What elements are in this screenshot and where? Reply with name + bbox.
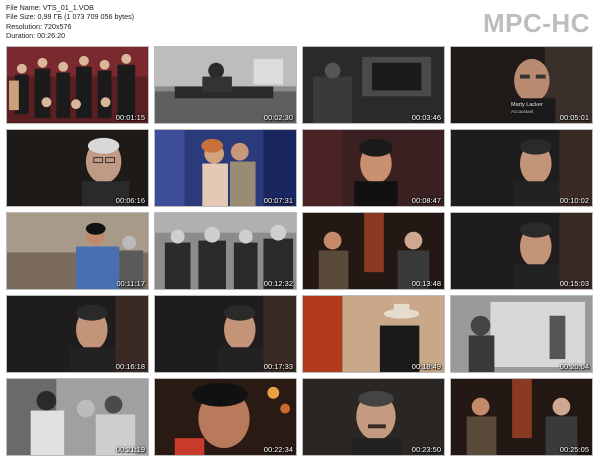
thumbnail[interactable]: 00:07:31: [154, 129, 297, 207]
resolution: Resolution: 720x576: [6, 21, 72, 31]
timestamp: 00:22:34: [263, 445, 293, 454]
thumbnail[interactable]: 00:12:32: [154, 212, 297, 290]
thumbnail[interactable]: 00:16:18: [6, 295, 149, 373]
timestamp: 00:06:16: [115, 196, 145, 205]
timestamp: 00:05:01: [559, 113, 589, 122]
thumbnail[interactable]: 00:17:33: [154, 295, 297, 373]
thumbnail[interactable]: 00:25:05: [450, 378, 593, 456]
thumbnail[interactable]: 00:23:50: [302, 378, 445, 456]
mpc-hc-logo: MPC-HC: [483, 8, 590, 38]
thumbnail[interactable]: 00:06:16: [6, 129, 149, 207]
timestamp: 00:20:04: [559, 362, 589, 371]
thumbnail[interactable]: 00:22:34: [154, 378, 297, 456]
timestamp: 00:23:50: [411, 445, 441, 454]
thumbnail[interactable]: 00:20:04: [450, 295, 593, 373]
timestamp: 00:08:47: [411, 196, 441, 205]
file-name: File Name: VTS_01_1.VOB: [6, 3, 94, 12]
timestamp: 00:10:02: [559, 196, 589, 205]
timestamp: 00:17:33: [263, 362, 293, 371]
thumbnail-grid: 00:01:15 00:02:30 00:03:46 Marty Lacker …: [6, 46, 596, 460]
thumbnail[interactable]: 00:03:46: [302, 46, 445, 124]
thumbnail[interactable]: 00:02:30: [154, 46, 297, 124]
timestamp: 00:12:32: [263, 279, 293, 288]
thumbnail[interactable]: 00:01:15: [6, 46, 149, 124]
caption-title: Accountant: [511, 108, 534, 114]
timestamp: 00:07:31: [263, 196, 293, 205]
timestamp: 00:16:18: [115, 362, 145, 371]
timestamp: 00:15:03: [559, 279, 589, 288]
thumbnail[interactable]: 00:10:02: [450, 129, 593, 207]
thumbnail[interactable]: 00:13:48: [302, 212, 445, 290]
file-size: File Size: 0,99 ГБ (1 073 709 056 bytes): [6, 12, 135, 22]
thumbnail[interactable]: Marty Lacker Accountant 00:05:01: [450, 46, 593, 124]
lower-third-caption: Marty Lacker Accountant: [511, 102, 543, 115]
thumbnail[interactable]: 00:18:49: [302, 295, 445, 373]
timestamp: 00:21:19: [115, 445, 145, 454]
file-info: File Name: VTS_01_1.VOB File Size: 0,99 …: [6, 3, 134, 41]
thumbnail[interactable]: 00:15:03: [450, 212, 593, 290]
timestamp: 00:13:48: [411, 279, 441, 288]
timestamp: 00:03:46: [411, 113, 441, 122]
timestamp: 00:18:49: [411, 362, 441, 371]
thumbnail[interactable]: 00:08:47: [302, 129, 445, 207]
timestamp: 00:11:17: [116, 279, 145, 288]
timestamp: 00:25:05: [559, 445, 589, 454]
thumbnail[interactable]: 00:11:17: [6, 212, 149, 290]
duration: Duration: 00:26:20: [6, 31, 66, 41]
caption-name: Marty Lacker: [511, 102, 543, 108]
timestamp: 00:02:30: [263, 113, 293, 122]
thumbnail[interactable]: 00:21:19: [6, 378, 149, 456]
timestamp: 00:01:15: [115, 113, 145, 122]
